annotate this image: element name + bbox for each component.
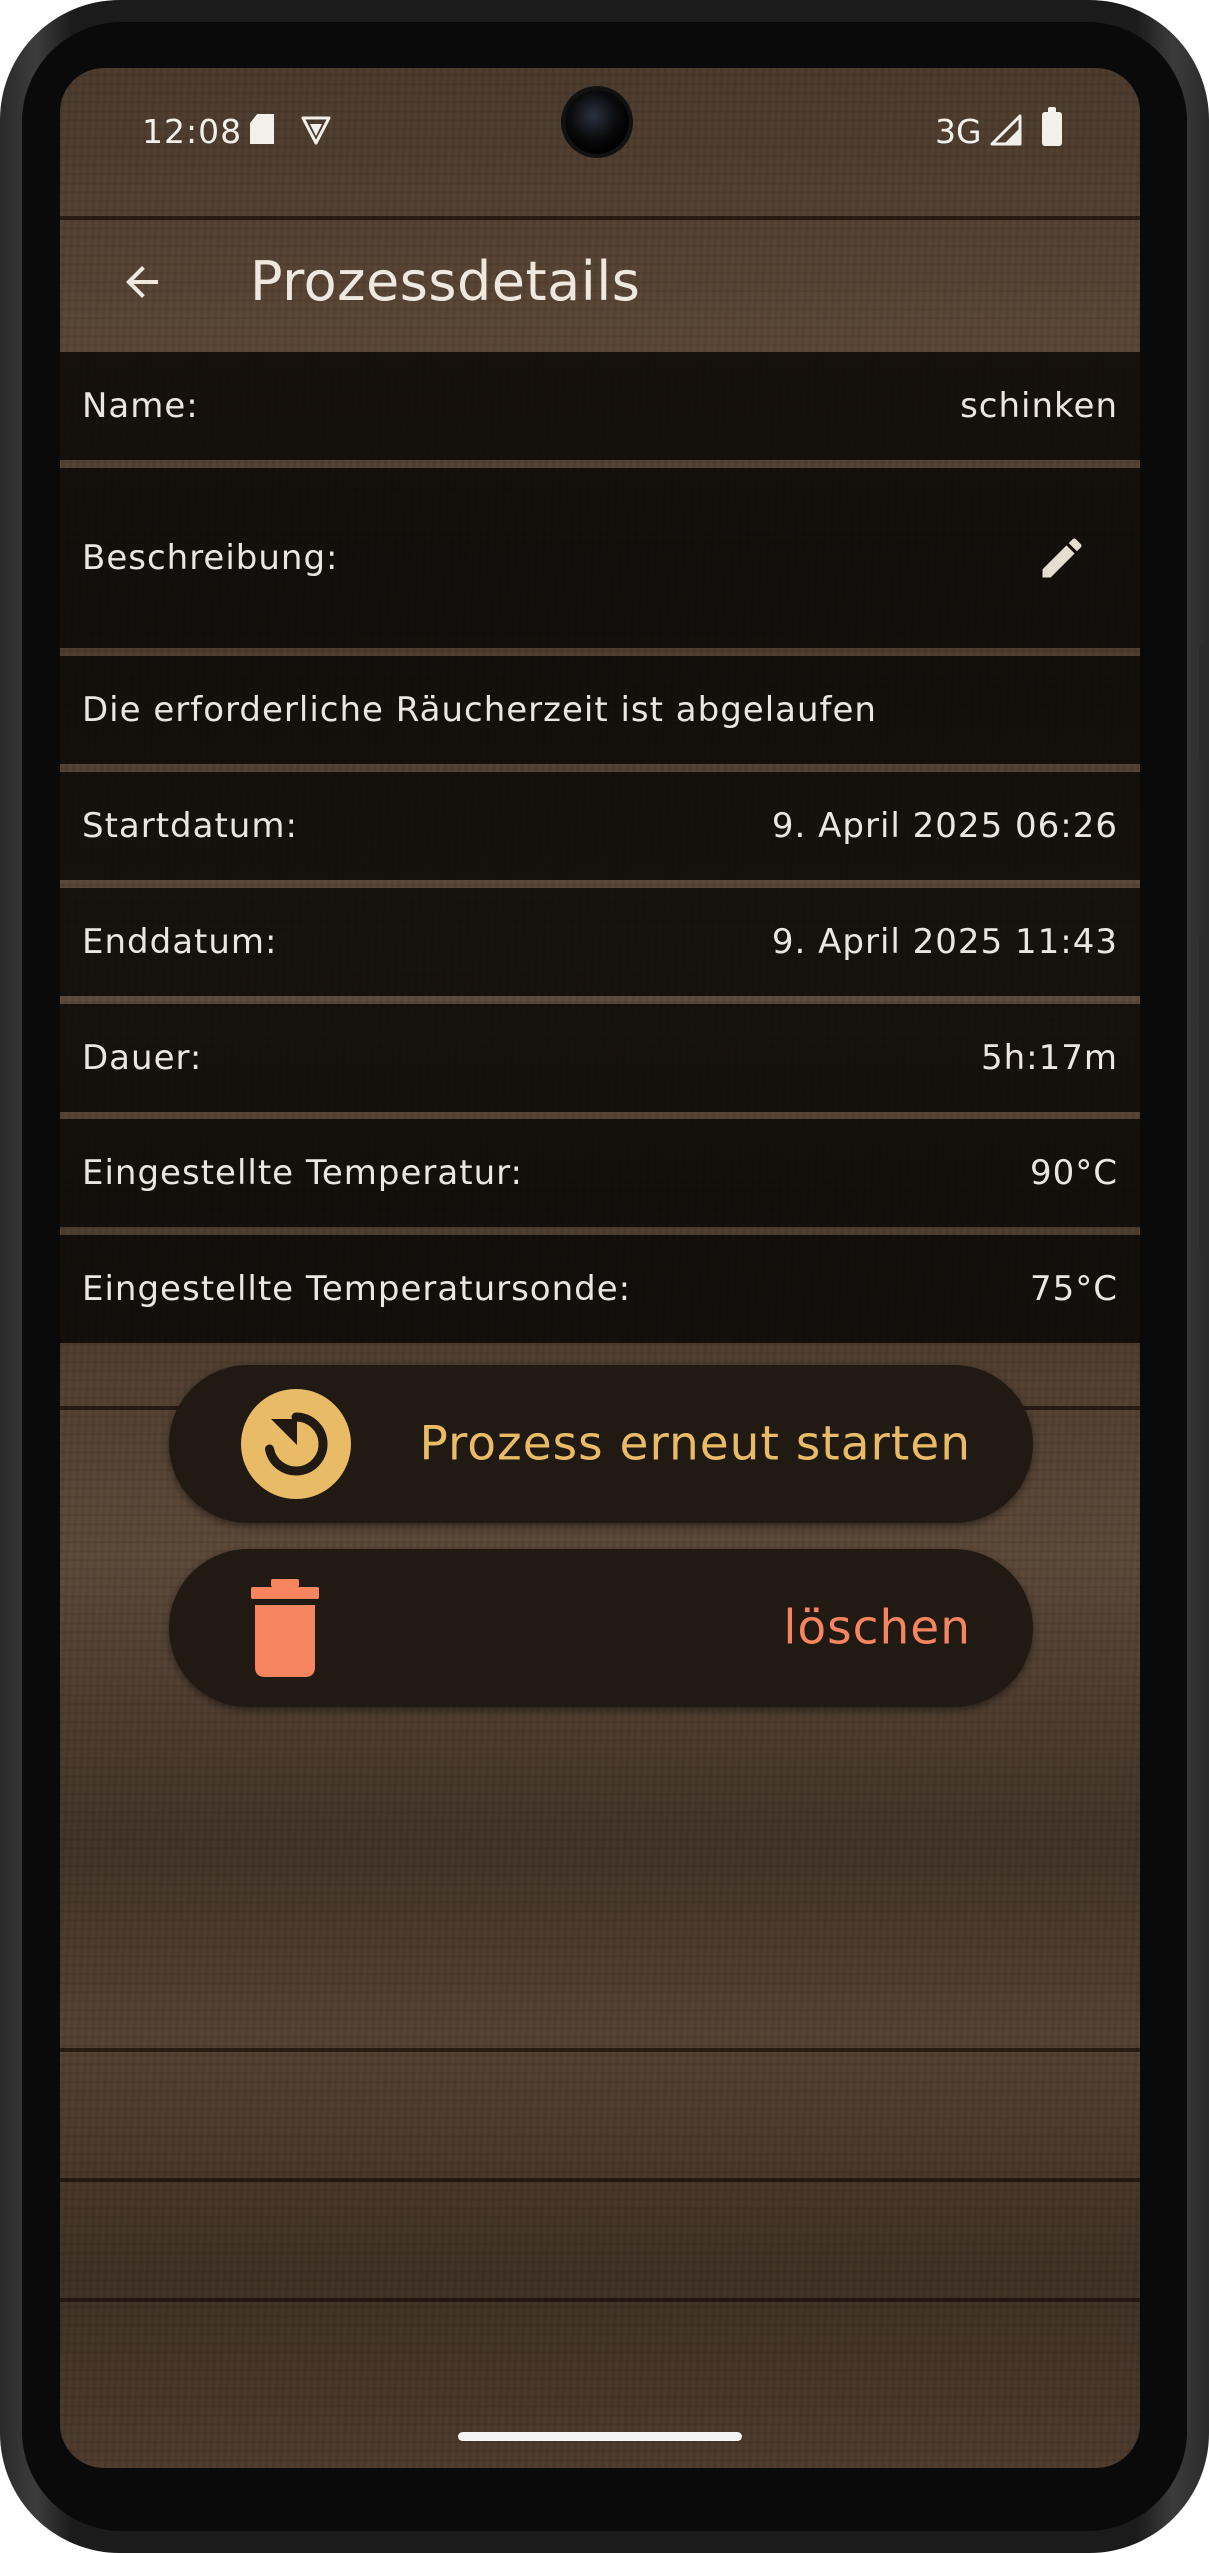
start-label: Startdatum:	[82, 806, 298, 846]
temperature-label: Eingestellte Temperatur:	[82, 1153, 523, 1193]
app-bar: Prozessdetails	[60, 224, 1140, 344]
restart-label: Prozess erneut starten	[419, 1416, 971, 1472]
description-text-row: Die erforderliche Räucherzeit ist abgela…	[60, 656, 1140, 764]
screen: 12:08 3G Prozessdetails Name: schinken B…	[60, 68, 1140, 2468]
probe-row: Eingestellte Temperatursonde: 75°C	[60, 1235, 1140, 1343]
delete-label: löschen	[783, 1600, 971, 1656]
probe-value: 75°C	[1029, 1269, 1118, 1309]
phone-frame: 12:08 3G Prozessdetails Name: schinken B…	[0, 0, 1209, 2553]
end-row: Enddatum: 9. April 2025 11:43	[60, 888, 1140, 996]
status-time: 12:08	[142, 112, 243, 151]
volume-button	[1199, 935, 1209, 1255]
edit-icon	[1042, 538, 1082, 578]
edit-description-button[interactable]	[1032, 528, 1092, 588]
restart-process-button[interactable]: Prozess erneut starten	[169, 1365, 1033, 1523]
duration-value: 5h:17m	[980, 1038, 1118, 1078]
end-value: 9. April 2025 11:43	[771, 922, 1118, 962]
duration-label: Dauer:	[82, 1038, 203, 1078]
sd-card-icon	[250, 114, 274, 144]
end-label: Enddatum:	[82, 922, 278, 962]
home-indicator[interactable]	[458, 2432, 742, 2441]
page-title: Prozessdetails	[250, 250, 641, 313]
start-row: Startdatum: 9. April 2025 06:26	[60, 772, 1140, 880]
name-value: schinken	[960, 386, 1118, 426]
duration-row: Dauer: 5h:17m	[60, 1004, 1140, 1112]
vpn-icon	[301, 116, 331, 145]
probe-label: Eingestellte Temperatursonde:	[82, 1269, 632, 1309]
back-button[interactable]	[102, 242, 182, 322]
signal-icon	[990, 114, 1022, 146]
name-label: Name:	[82, 386, 199, 426]
name-row: Name: schinken	[60, 352, 1140, 460]
arrow-back-icon	[126, 266, 158, 298]
temperature-row: Eingestellte Temperatur: 90°C	[60, 1119, 1140, 1227]
description-row: Beschreibung:	[60, 468, 1140, 648]
start-value: 9. April 2025 06:26	[771, 806, 1118, 846]
trash-icon	[251, 1579, 319, 1677]
power-button	[1199, 645, 1209, 760]
delete-button[interactable]: löschen	[169, 1549, 1033, 1707]
status-bar: 12:08 3G	[60, 68, 1140, 198]
network-type: 3G	[935, 112, 982, 151]
description-text: Die erforderliche Räucherzeit ist abgela…	[82, 690, 877, 730]
temperature-value: 90°C	[1029, 1153, 1118, 1193]
description-label: Beschreibung:	[82, 538, 339, 578]
front-camera	[565, 90, 629, 154]
battery-icon	[1042, 107, 1062, 146]
restart-icon	[241, 1389, 351, 1499]
